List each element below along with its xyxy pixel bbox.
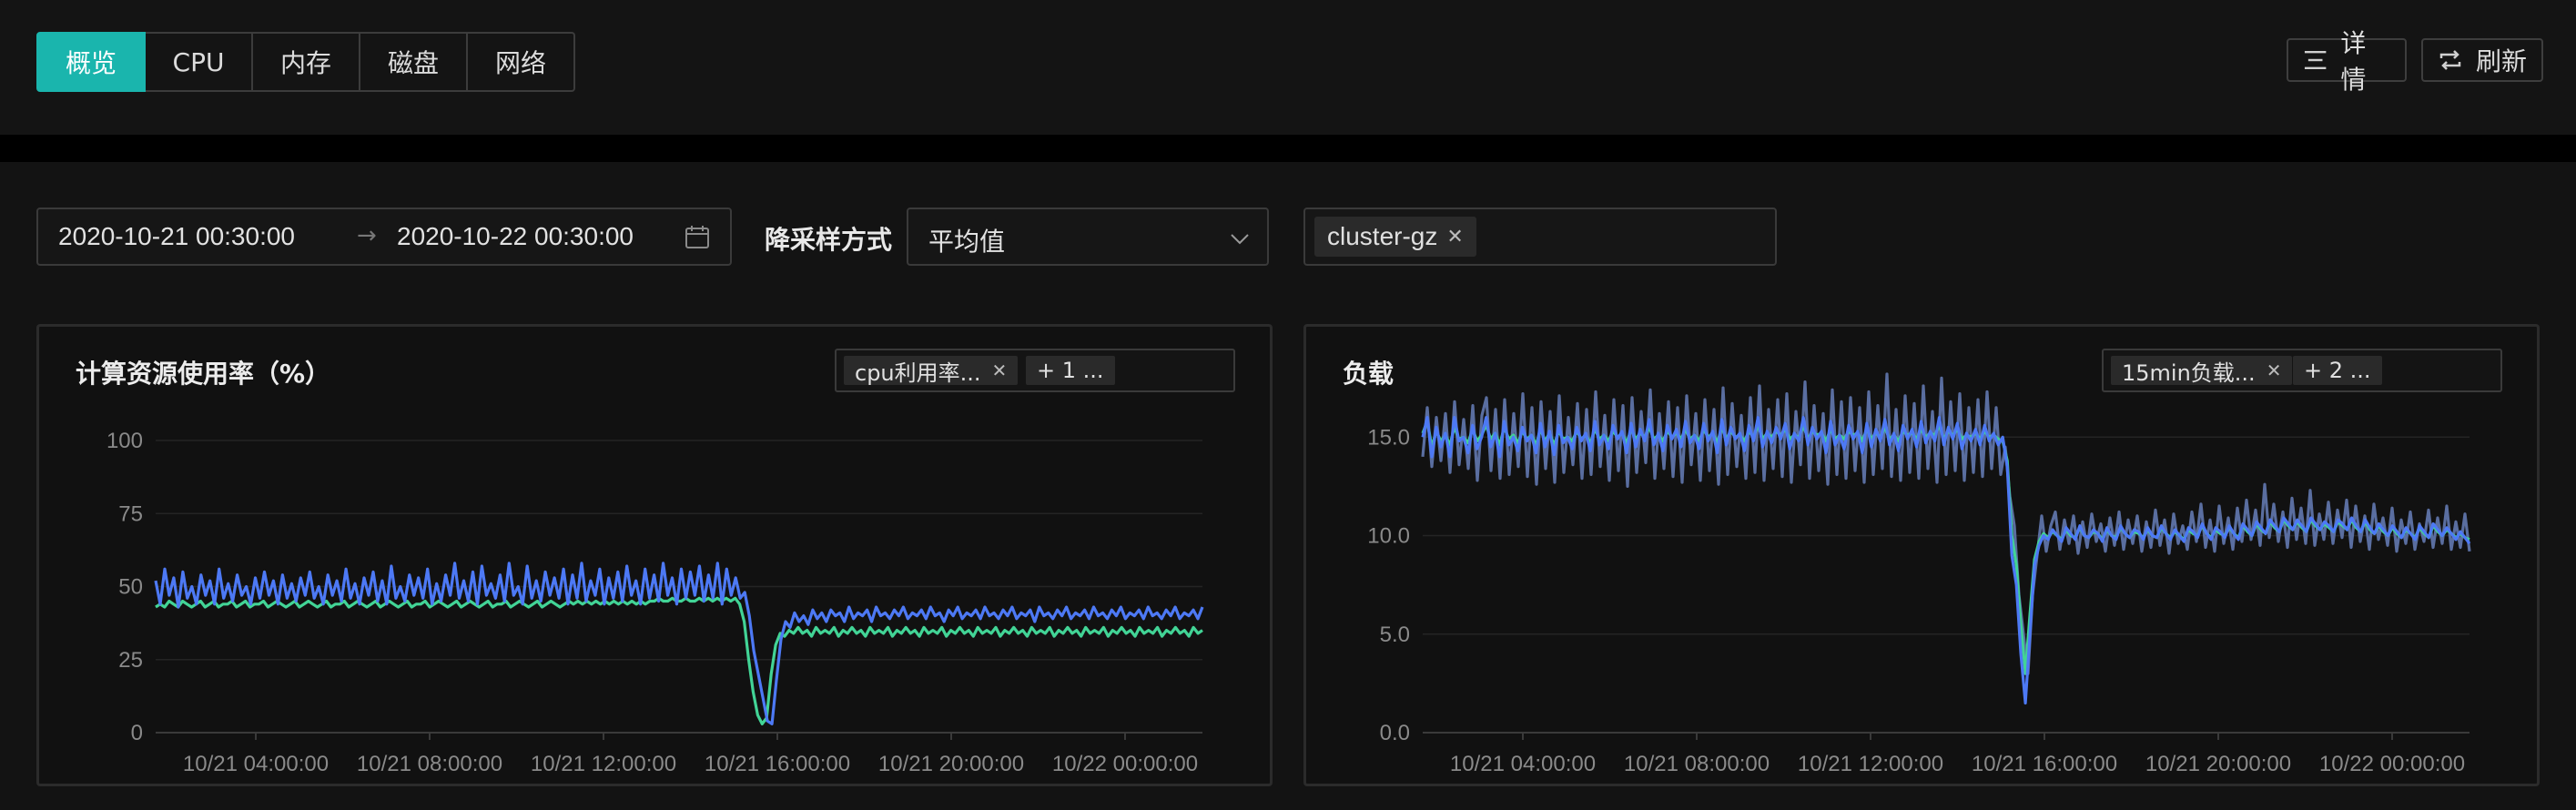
y-tick-label: 0.0 <box>1380 721 1410 745</box>
series-line <box>154 562 1204 725</box>
x-tick-label: 10/22 00:00:00 <box>1052 752 1198 776</box>
calendar-icon[interactable] <box>685 224 710 249</box>
y-tick-label: 0 <box>131 721 143 745</box>
range-arrow-icon: → <box>357 222 377 249</box>
downsample-select[interactable]: 平均值 <box>907 208 1269 266</box>
y-tick-label: 25 <box>118 648 143 673</box>
cluster-tag: cluster-gz ✕ <box>1314 217 1476 257</box>
y-tick-label: 50 <box>118 575 143 600</box>
refresh-button[interactable]: 刷新 <box>2421 38 2543 82</box>
tab-cpu[interactable]: CPU <box>146 32 253 92</box>
refresh-button-label: 刷新 <box>2476 46 2528 76</box>
top-toolbar: 概览 CPU 内存 磁盘 网络 详情 刷新 <box>0 0 2576 135</box>
x-tick-label: 10/21 04:00:00 <box>1450 752 1596 776</box>
cpu-usage-chart: 100 75 50 25 0 10/21 04:00:00 10/21 08:00:00 10… <box>106 429 1204 776</box>
x-tick-label: 10/21 12:00:00 <box>1798 752 1943 776</box>
series-line <box>155 596 1203 725</box>
tab-memory[interactable]: 内存 <box>253 32 360 92</box>
y-tick-label: 15.0 <box>1367 425 1410 450</box>
start-datetime[interactable]: 2020-10-21 00:30:00 <box>58 222 295 251</box>
tab-disk[interactable]: 磁盘 <box>360 32 468 92</box>
x-tick-label: 10/21 16:00:00 <box>705 752 850 776</box>
detail-button-label: 详情 <box>2340 28 2367 95</box>
downsample-label: 降采样方式 <box>765 225 893 255</box>
end-datetime[interactable]: 2020-10-22 00:30:00 <box>397 222 634 251</box>
main-content: 2020-10-21 00:30:00 → 2020-10-22 00:30:0… <box>0 162 2576 810</box>
x-tick-label: 10/21 20:00:00 <box>2145 752 2291 776</box>
y-tick-label: 5.0 <box>1380 623 1410 647</box>
x-tick-label: 10/21 20:00:00 <box>878 752 1024 776</box>
close-icon[interactable]: ✕ <box>1446 225 1463 248</box>
x-tick-label: 10/21 12:00:00 <box>531 752 676 776</box>
x-tick-label: 10/21 04:00:00 <box>183 752 329 776</box>
cluster-tag-label: cluster-gz <box>1327 222 1438 250</box>
chevron-down-icon <box>1231 234 1249 245</box>
tab-overview[interactable]: 概览 <box>36 32 146 92</box>
load-panel: 负载 15min负载... ✕ + 2 ... 15.0 10.0 5.0 0.0 10… <box>1303 324 2540 786</box>
x-tick-label: 10/22 00:00:00 <box>2319 752 2465 776</box>
y-tick-label: 75 <box>118 501 143 526</box>
detail-button[interactable]: 详情 <box>2287 28 2407 95</box>
refresh-icon <box>2439 50 2461 70</box>
cluster-select[interactable]: cluster-gz ✕ <box>1303 208 1777 266</box>
date-range-picker[interactable]: 2020-10-21 00:30:00 → 2020-10-22 00:30:0… <box>36 208 732 266</box>
downsample-value: 平均值 <box>928 227 1006 257</box>
x-tick-label: 10/21 16:00:00 <box>1972 752 2117 776</box>
x-tick-label: 10/21 08:00:00 <box>1624 752 1770 776</box>
tab-network[interactable]: 网络 <box>468 32 575 92</box>
cpu-usage-panel: 计算资源使用率（%） cpu利用率... ✕ + 1 ... 100 75 50 25… <box>36 324 1273 786</box>
load-chart: 15.0 10.0 5.0 0.0 10/21 04:00:00 10/21 08:00:… <box>1367 372 2471 776</box>
list-icon <box>2304 50 2327 70</box>
y-tick-label: 10.0 <box>1367 524 1410 549</box>
x-tick-label: 10/21 08:00:00 <box>357 752 502 776</box>
y-tick-label: 100 <box>106 429 143 453</box>
view-tabs: 概览 CPU 内存 磁盘 网络 <box>36 32 575 92</box>
